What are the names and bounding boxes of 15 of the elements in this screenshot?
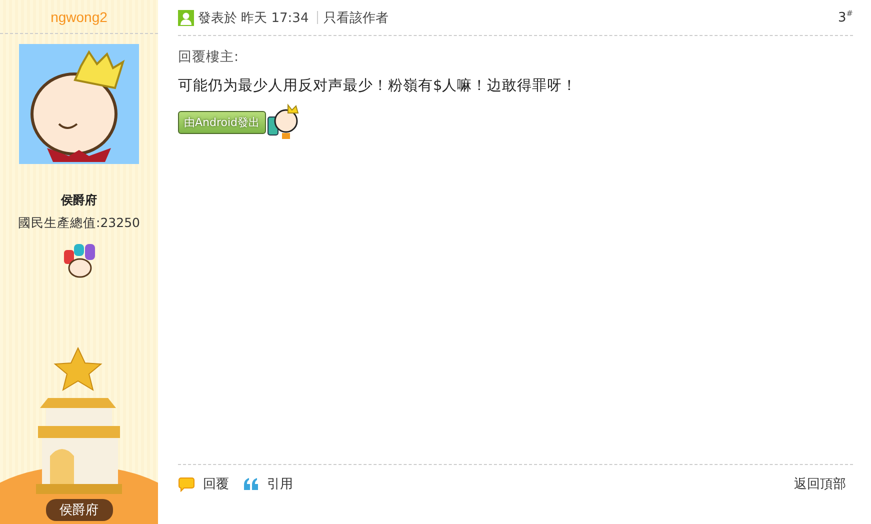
quote-button[interactable]: 引用 [243, 475, 293, 493]
quote-icon [243, 478, 259, 490]
reply-button[interactable]: 回覆 [178, 475, 229, 493]
rank-label: 侯爵府 [46, 499, 112, 521]
client-badge: 由Android發出 [178, 110, 266, 134]
post-body: 可能仍为最少人用反对声最少！粉嶺有$人嘛！边敢得罪呀！ [178, 77, 578, 95]
user-icon [178, 10, 194, 26]
floor-number: 3$^{#}$ [838, 9, 853, 26]
only-author-link[interactable]: 只看該作者 [324, 8, 389, 26]
reply-to-text: 回覆樓主: [178, 48, 240, 66]
gdp-stat: 國民生產總值:23250 [18, 215, 140, 232]
speech-bubble-icon [178, 476, 195, 492]
rank-title: 侯爵府 [61, 192, 97, 209]
post-time: 發表於 昨天 17:34 [198, 10, 309, 26]
back-to-top-link[interactable]: 返回頂部 [794, 475, 846, 493]
